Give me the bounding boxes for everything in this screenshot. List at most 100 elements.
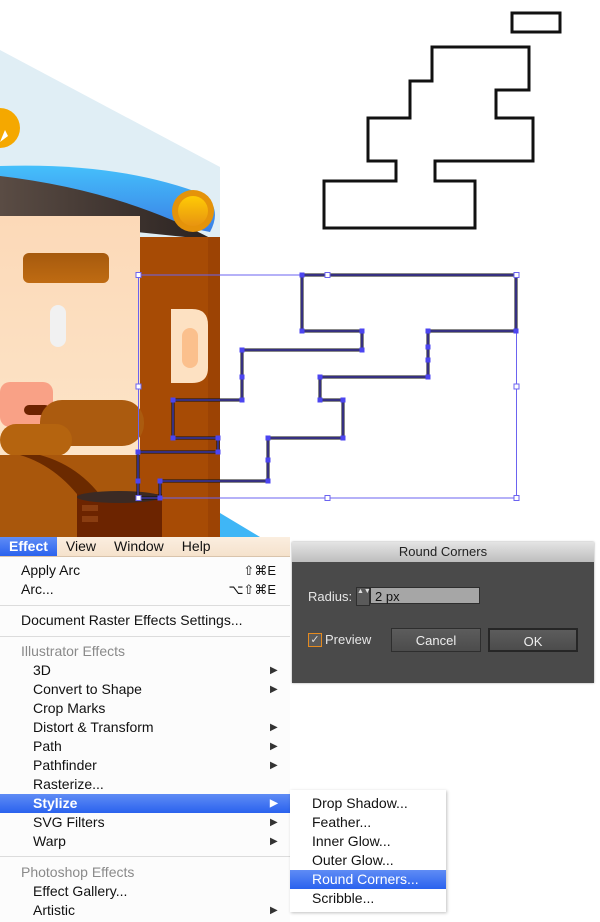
dialog-title[interactable]: Round Corners xyxy=(292,542,594,562)
resize-handle[interactable] xyxy=(513,272,520,278)
anchor-point[interactable] xyxy=(135,478,141,484)
original-step-shape[interactable] xyxy=(322,45,535,230)
anchor-point[interactable] xyxy=(215,449,221,455)
menu-item-svg-filters[interactable]: SVG Filters ▶ xyxy=(0,813,290,832)
anchor-point[interactable] xyxy=(340,435,346,441)
resize-handle[interactable] xyxy=(135,383,142,390)
menu-item-label: Effect Gallery... xyxy=(33,883,128,899)
pipe-ring xyxy=(82,505,98,511)
menu-item-convert-to-shape[interactable]: Convert to Shape ▶ xyxy=(0,680,290,699)
anchor-point[interactable] xyxy=(359,328,365,334)
menu-item-label: Arc... xyxy=(21,581,54,597)
menu-item-pathfinder[interactable]: Pathfinder ▶ xyxy=(0,756,290,775)
shortcut-label: ⇧⌘E xyxy=(243,563,276,578)
section-header-photoshop: Photoshop Effects xyxy=(21,864,135,880)
submenu-arrow-icon: ▶ xyxy=(270,760,278,771)
anchor-point[interactable] xyxy=(425,328,431,334)
anchor-point[interactable] xyxy=(299,272,305,278)
submenu-arrow-icon: ▶ xyxy=(270,798,278,809)
anchor-point[interactable] xyxy=(157,478,163,484)
anchor-point[interactable] xyxy=(317,374,323,380)
menu-item-crop-marks[interactable]: Crop Marks xyxy=(0,699,290,718)
collar xyxy=(220,513,260,537)
menu-view[interactable]: View xyxy=(57,537,105,556)
anchor-point[interactable] xyxy=(135,449,141,455)
menu-item-label: Warp xyxy=(33,833,66,849)
anchor-point[interactable] xyxy=(513,328,519,334)
stylize-submenu: Drop Shadow... Feather... Inner Glow... … xyxy=(290,790,446,912)
section-header-illustrator: Illustrator Effects xyxy=(21,643,126,659)
preview-checkbox[interactable]: ✓ xyxy=(308,633,322,647)
anchor-point[interactable] xyxy=(265,457,271,463)
resize-handle[interactable] xyxy=(513,495,520,501)
menu-item-label: Round Corners... xyxy=(312,871,419,887)
menu-item-warp[interactable]: Warp ▶ xyxy=(0,832,290,851)
menu-item-artistic[interactable]: Artistic ▶ xyxy=(0,901,290,920)
anchor-point[interactable] xyxy=(265,435,271,441)
submenu-item-round-corners[interactable]: Round Corners... xyxy=(290,870,446,889)
menu-help[interactable]: Help xyxy=(173,537,220,556)
menu-item-3d[interactable]: 3D ▶ xyxy=(0,661,290,680)
anchor-point[interactable] xyxy=(239,374,245,380)
menu-item-distort-transform[interactable]: Distort & Transform ▶ xyxy=(0,718,290,737)
ear-inner xyxy=(182,328,198,368)
anchor-point[interactable] xyxy=(157,495,163,501)
resize-handle[interactable] xyxy=(324,495,331,501)
menu-item-apply-arc[interactable]: Apply Arc ⇧⌘E xyxy=(0,561,290,580)
menu-item-label: Feather... xyxy=(312,814,372,830)
submenu-arrow-icon: ▶ xyxy=(270,665,278,676)
submenu-arrow-icon: ▶ xyxy=(270,817,278,828)
cancel-button[interactable]: Cancel xyxy=(391,628,481,652)
resize-handle[interactable] xyxy=(324,272,331,278)
anchor-point[interactable] xyxy=(299,328,305,334)
resize-handle[interactable] xyxy=(513,383,520,390)
menu-item-raster-settings[interactable]: Document Raster Effects Settings... xyxy=(0,611,290,630)
submenu-item-scribble[interactable]: Scribble... xyxy=(290,889,446,908)
shortcut-label: ⌥⇧⌘E xyxy=(228,582,276,597)
menu-item-label: Distort & Transform xyxy=(33,719,154,735)
menu-item-label: Artistic xyxy=(33,902,75,918)
original-small-rect[interactable] xyxy=(510,11,562,34)
submenu-item-inner-glow[interactable]: Inner Glow... xyxy=(290,832,446,851)
submenu-arrow-icon: ▶ xyxy=(270,836,278,847)
round-corners-dialog: Round Corners Radius: ▲▼ 2 px ✓ Preview … xyxy=(292,542,594,683)
ok-button[interactable]: OK xyxy=(488,628,578,652)
menu-window[interactable]: Window xyxy=(105,537,173,556)
radius-stepper[interactable]: ▲▼ xyxy=(356,587,371,606)
menu-item-rasterize[interactable]: Rasterize... xyxy=(0,775,290,794)
menu-item-label: Document Raster Effects Settings... xyxy=(21,612,243,628)
submenu-arrow-icon: ▶ xyxy=(270,722,278,733)
anchor-point[interactable] xyxy=(340,397,346,403)
resize-handle[interactable] xyxy=(135,272,142,278)
anchor-point[interactable] xyxy=(425,344,431,350)
anchor-point[interactable] xyxy=(215,435,221,441)
menu-item-effect-gallery[interactable]: Effect Gallery... xyxy=(0,882,290,901)
menu-effect[interactable]: Effect xyxy=(0,537,57,556)
hat-button-inner xyxy=(178,196,208,226)
menu-item-path[interactable]: Path ▶ xyxy=(0,737,290,756)
anchor-point[interactable] xyxy=(239,347,245,353)
anchor-point[interactable] xyxy=(317,397,323,403)
submenu-item-drop-shadow[interactable]: Drop Shadow... xyxy=(290,794,446,813)
anchor-point[interactable] xyxy=(425,357,431,363)
anchor-point[interactable] xyxy=(170,435,176,441)
menu-item-arc[interactable]: Arc... ⌥⇧⌘E xyxy=(0,580,290,599)
submenu-arrow-icon: ▶ xyxy=(270,905,278,916)
anchor-point[interactable] xyxy=(239,397,245,403)
anchor-point[interactable] xyxy=(425,374,431,380)
menu-item-label: Apply Arc xyxy=(21,562,81,578)
radius-input[interactable]: 2 px xyxy=(370,587,480,604)
artboard-canvas[interactable] xyxy=(0,0,600,537)
mustache-lower xyxy=(0,424,72,456)
preview-label[interactable]: Preview xyxy=(325,632,371,647)
submenu-item-feather[interactable]: Feather... xyxy=(290,813,446,832)
anchor-point[interactable] xyxy=(170,397,176,403)
anchor-point[interactable] xyxy=(359,347,365,353)
resize-handle[interactable] xyxy=(135,495,142,501)
menu-item-label: Scribble... xyxy=(312,890,375,906)
effect-menu: Apply Arc ⇧⌘E Arc... ⌥⇧⌘E Document Raste… xyxy=(0,557,290,922)
submenu-item-outer-glow[interactable]: Outer Glow... xyxy=(290,851,446,870)
anchor-point[interactable] xyxy=(265,478,271,484)
menu-divider xyxy=(0,605,290,606)
menu-item-stylize[interactable]: Stylize ▶ xyxy=(0,794,290,813)
